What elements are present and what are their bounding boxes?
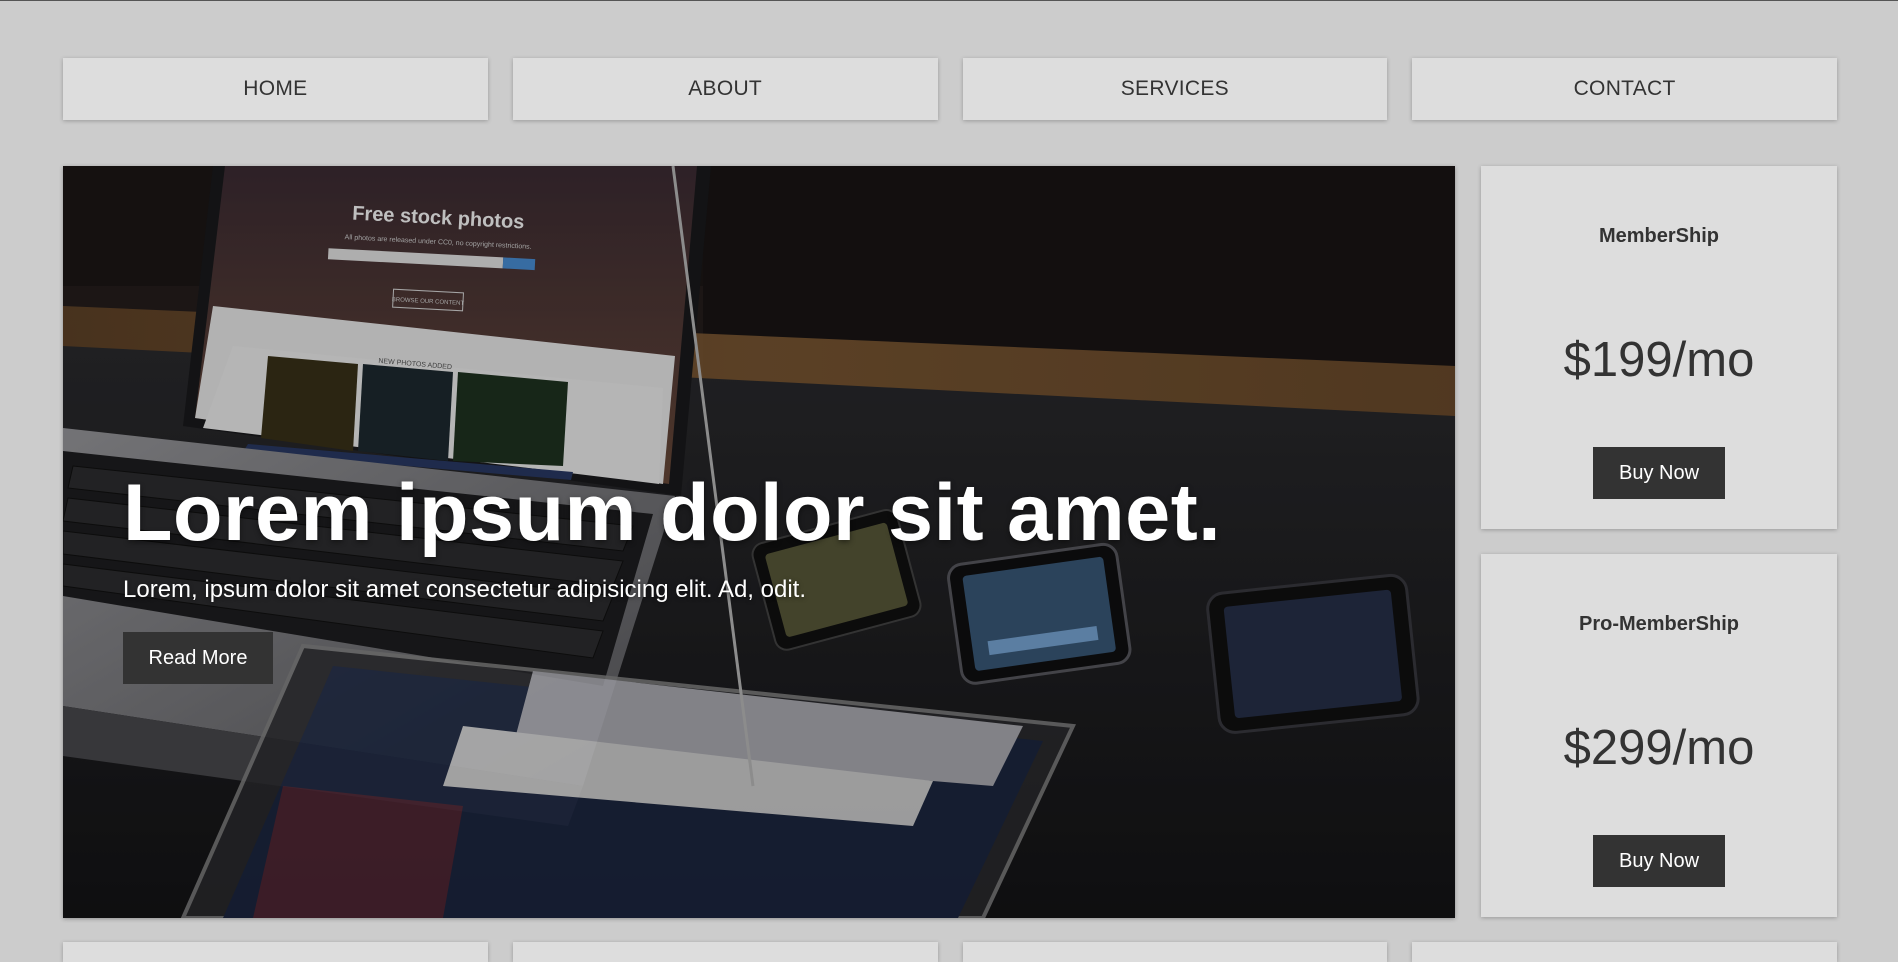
hero-title: Lorem ipsum dolor sit amet. xyxy=(123,468,1222,558)
buy-now-button-pro-membership[interactable]: Buy Now xyxy=(1593,835,1725,887)
hero-content: Lorem ipsum dolor sit amet. Lorem, ipsum… xyxy=(123,468,1403,685)
buy-now-button-membership[interactable]: Buy Now xyxy=(1593,447,1725,499)
pricing-card-pro-membership: Pro-MemberShip $299/mo Buy Now xyxy=(1481,554,1837,917)
pricing-card-price: $299/mo xyxy=(1563,721,1755,775)
pricing-card-membership: MemberShip $199/mo Buy Now xyxy=(1481,166,1837,529)
hero-showcase: Free stock photos All photos are release… xyxy=(63,166,1455,918)
pricing-sidebar: MemberShip $199/mo Buy Now Pro-MemberShi… xyxy=(1481,166,1837,917)
nav-about[interactable]: ABOUT xyxy=(512,58,938,120)
bottom-box xyxy=(962,942,1388,962)
pricing-card-title: Pro-MemberShip xyxy=(1578,613,1740,635)
top-border xyxy=(0,0,1898,1)
pricing-card-price: $199/mo xyxy=(1563,333,1755,387)
pricing-card-title: MemberShip xyxy=(1598,225,1720,247)
nav-contact[interactable]: CONTACT xyxy=(1412,58,1837,120)
bottom-box xyxy=(1412,942,1837,962)
bottom-boxes-row xyxy=(63,942,1837,962)
nav-services[interactable]: SERVICES xyxy=(962,58,1388,120)
bottom-box xyxy=(63,942,488,962)
nav-home[interactable]: HOME xyxy=(63,58,488,120)
bottom-box xyxy=(512,942,938,962)
read-more-button[interactable]: Read More xyxy=(123,632,273,685)
hero-subtitle: Lorem, ipsum dolor sit amet consectetur … xyxy=(123,576,806,604)
main-nav: HOME ABOUT SERVICES CONTACT xyxy=(63,58,1837,120)
